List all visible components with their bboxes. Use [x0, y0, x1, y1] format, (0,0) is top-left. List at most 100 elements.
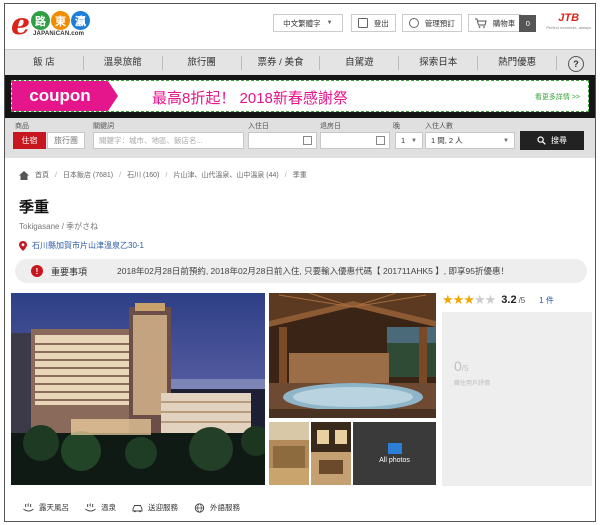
user-score-max: /5: [461, 364, 469, 373]
hotel-romaji: Tokigasane / 季がさね: [19, 222, 99, 231]
jtb-logo: JTB Perfect moments, always: [546, 13, 591, 33]
checkin-label: 入住日: [248, 123, 269, 130]
nav-item-hotels[interactable]: 飯 店: [5, 55, 84, 70]
breadcrumb-japan-hotels[interactable]: 日本飯店 (7681): [63, 170, 113, 180]
amenity-label: 外語服務: [210, 503, 240, 512]
checkin-input[interactable]: [248, 132, 317, 149]
amenity-open-air-bath: 露天風呂: [23, 502, 69, 513]
breadcrumb-separator: /: [119, 171, 122, 179]
nav-item-tours[interactable]: 旅行團: [163, 55, 242, 70]
checkout-input[interactable]: [320, 132, 390, 149]
hot-spring-icon: [85, 502, 96, 511]
user-score-caption: 職住用戶評價: [454, 381, 491, 387]
breadcrumb-separator: /: [55, 171, 57, 179]
help-button[interactable]: ?: [557, 55, 595, 72]
hotel-address-text: 石川縣加賀市片山津溫泉乙30-1: [32, 241, 145, 250]
hotel-exterior-image: [11, 293, 265, 485]
manage-booking-button[interactable]: 管理預訂: [401, 14, 462, 32]
guests-value: 1 間, 2 人: [431, 136, 463, 145]
banner-more-link[interactable]: 看更多詳情 >>: [535, 92, 580, 102]
banner-headline: 最高8折起！ 2018新春感謝祭: [152, 90, 348, 107]
amenity-onsen: 溫泉: [85, 502, 116, 513]
user-icon: [408, 18, 419, 28]
search-bar: 商品 關鍵詞 入住日 退房日 晚 入住人數 住宿 旅行團 關鍵字：城市、地區、飯…: [5, 118, 595, 158]
star-rating-icon: ★★★★★: [442, 292, 496, 307]
cart-label: 購物車: [492, 18, 516, 28]
breadcrumb-separator: /: [284, 171, 287, 179]
user-score-value: 0: [454, 358, 462, 374]
keyword-input[interactable]: 關鍵字：城市、地區、飯店名...: [93, 132, 244, 149]
home-icon: [19, 170, 29, 180]
promo-banner[interactable]: coupon 最高8折起！ 2018新春感謝祭 看更多詳情 >>: [11, 80, 589, 112]
main-nav: 飯 店 溫泉旅館 旅行團 票券 / 美食 自駕遊 探索日本 熱門優惠 ?: [5, 49, 595, 75]
calendar-icon: [376, 136, 385, 145]
nav-item-explore[interactable]: 探索日本: [399, 55, 479, 70]
review-count-link[interactable]: 1 件: [539, 295, 554, 306]
nav-item-self-drive[interactable]: 自駕遊: [320, 55, 400, 70]
nav-item-deals[interactable]: 熱門優惠: [478, 55, 558, 70]
globe-icon: [194, 502, 205, 513]
manage-booking-label: 管理預訂: [424, 18, 455, 28]
car-icon: [132, 504, 143, 512]
notice-label: 重要事項: [51, 266, 88, 277]
site-logo[interactable]: e 路 東 瀛 JAPANiCAN.com: [11, 8, 101, 42]
checkout-label: 退房日: [320, 123, 341, 130]
breadcrumb-current: 季重: [292, 172, 307, 179]
room-image: [311, 422, 351, 485]
amenity-label: 溫泉: [101, 503, 116, 512]
tab-tours[interactable]: 旅行團: [47, 132, 85, 149]
logo-letter: e: [11, 7, 31, 42]
open-air-bath-image: [269, 293, 436, 418]
page-frame: e 路 東 瀛 JAPANiCAN.com 中文繁體字 ▼ 登出 管理預訂 購物…: [4, 3, 596, 522]
coupon-label: coupon: [12, 81, 108, 111]
nav-item-tickets[interactable]: 票券 / 美食: [242, 55, 321, 70]
hotel-main-photo[interactable]: [11, 293, 265, 485]
room-photo-1[interactable]: [269, 422, 309, 485]
map-pin-icon: [19, 240, 27, 251]
notice-text: 2018年02月28日前預約, 2018年02月28日前入住, 只要輸入優惠代碼…: [117, 266, 509, 276]
breadcrumb-ishikawa[interactable]: 石川 (160): [127, 170, 159, 180]
coupon-arrow: [108, 81, 118, 111]
chevron-down-icon: ▼: [503, 137, 509, 144]
room-image: [269, 422, 309, 485]
all-photos-button[interactable]: All photos: [353, 422, 436, 485]
cart-button[interactable]: 購物車: [467, 14, 522, 32]
hotel-address[interactable]: 石川縣加賀市片山津溫泉乙30-1: [19, 240, 144, 251]
logo-badge-1: 路: [31, 11, 50, 30]
room-photo-2[interactable]: [311, 422, 351, 485]
hotel-name: 季重: [19, 199, 50, 216]
tab-accommodation[interactable]: 住宿: [13, 132, 46, 149]
hot-spring-icon: [23, 502, 34, 511]
logout-button[interactable]: 登出: [350, 14, 396, 32]
onsen-photo[interactable]: [269, 293, 436, 418]
image-icon: [387, 443, 402, 454]
keyword-label: 關鍵詞: [93, 123, 114, 130]
chevron-down-icon: ▼: [326, 20, 333, 26]
rating-summary: ★★★★★ 3.2 /5 1 件: [442, 292, 554, 308]
search-button[interactable]: 搜尋: [520, 131, 584, 150]
search-icon: [537, 136, 546, 145]
nights-select[interactable]: 1 ▼: [395, 132, 423, 149]
header-actions: 中文繁體字 ▼ 登出 管理預訂 購物車 0 JTB Perfect moment…: [272, 13, 591, 33]
all-photos-label: All photos: [379, 457, 410, 464]
logo-badge-3: 瀛: [71, 11, 90, 30]
cart-count-badge: 0: [519, 14, 537, 32]
amenity-shuttle: 送迎服務: [132, 502, 178, 513]
amenity-language: 外語服務: [194, 502, 240, 513]
nav-item-ryokan[interactable]: 溫泉旅館: [84, 55, 163, 70]
important-notice: ! 重要事項 2018年02月28日前預約, 2018年02月28日前入住, 只…: [15, 259, 587, 283]
logo-subtitle: JAPANiCAN.com: [33, 31, 85, 37]
language-select[interactable]: 中文繁體字 ▼: [272, 14, 343, 32]
guests-select[interactable]: 1 間, 2 人 ▼: [425, 132, 515, 149]
breadcrumb-separator: /: [165, 171, 168, 179]
nights-label: 晚: [393, 123, 400, 130]
cart-icon: [474, 18, 487, 28]
breadcrumb-home[interactable]: 首頁: [35, 170, 49, 180]
breadcrumb-area[interactable]: 片山津、山代溫泉、山中溫泉 (44): [173, 170, 278, 180]
chevron-down-icon: ▼: [411, 137, 417, 144]
keyword-placeholder: 關鍵字：城市、地區、飯店名...: [99, 136, 203, 145]
amenities-list: 露天風呂 溫泉 送迎服務 外語服務: [23, 502, 240, 513]
rating-score-max: /5: [518, 295, 526, 305]
breadcrumb: 首頁 / 日本飯店 (7681) / 石川 (160) / 片山津、山代溫泉、山…: [19, 170, 307, 180]
warning-icon: !: [31, 265, 43, 277]
